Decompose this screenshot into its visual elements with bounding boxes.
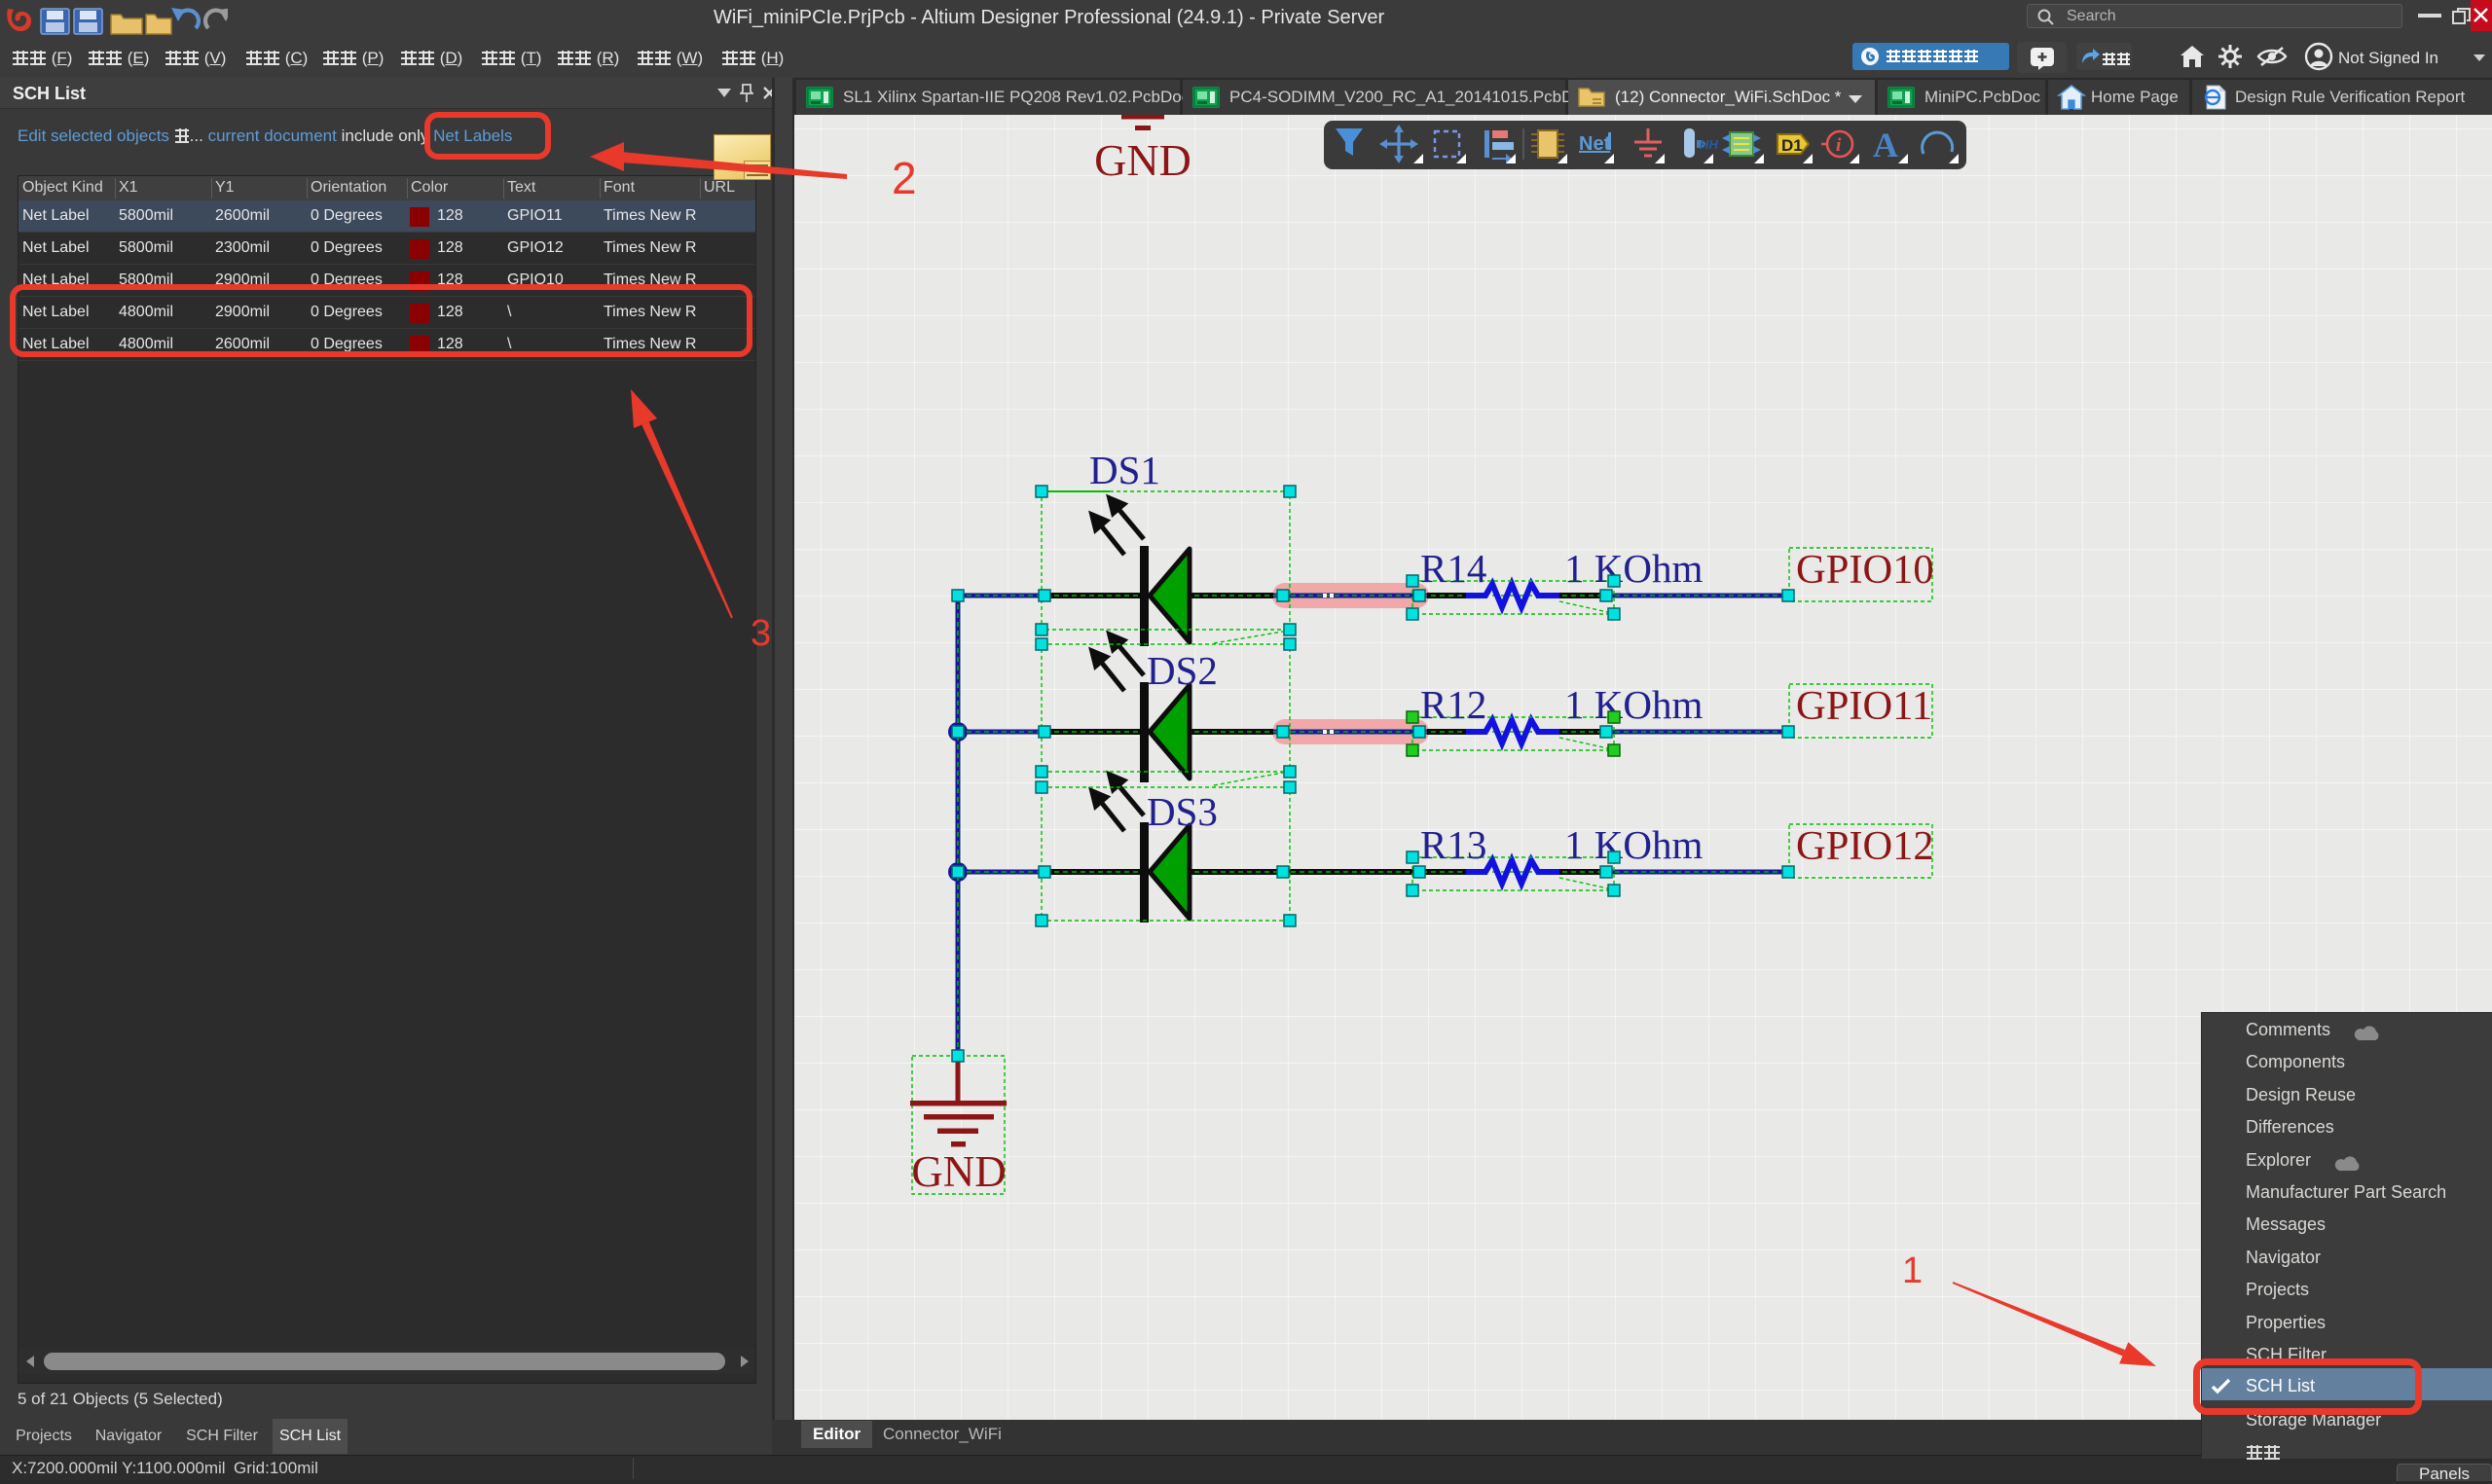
svg-text:GND: GND xyxy=(1094,135,1191,185)
svg-text:1 KOhm: 1 KOhm xyxy=(1564,682,1703,727)
svg-text:i: i xyxy=(1836,135,1842,156)
svg-text:D1: D1 xyxy=(1781,136,1803,155)
svg-text:A: A xyxy=(1873,126,1898,164)
svg-text:Net: Net xyxy=(1579,133,1611,155)
svg-text:R12: R12 xyxy=(1420,682,1486,727)
svg-text:GPIO10: GPIO10 xyxy=(1796,547,1934,593)
svg-text:R14: R14 xyxy=(1420,546,1486,591)
svg-text:GPIO12: GPIO12 xyxy=(1796,823,1934,869)
svg-text:DS2: DS2 xyxy=(1147,648,1218,693)
svg-text:1 KOhm: 1 KOhm xyxy=(1564,546,1703,591)
svg-text:GPIO11: GPIO11 xyxy=(1796,683,1932,729)
svg-text:DS1: DS1 xyxy=(1089,448,1160,492)
svg-text:GND: GND xyxy=(911,1147,1007,1196)
svg-text:1 KOhm: 1 KOhm xyxy=(1564,822,1703,867)
svg-text:R13: R13 xyxy=(1420,822,1486,867)
svg-text:HH: HH xyxy=(1700,137,1718,152)
svg-text:DS3: DS3 xyxy=(1147,789,1218,834)
